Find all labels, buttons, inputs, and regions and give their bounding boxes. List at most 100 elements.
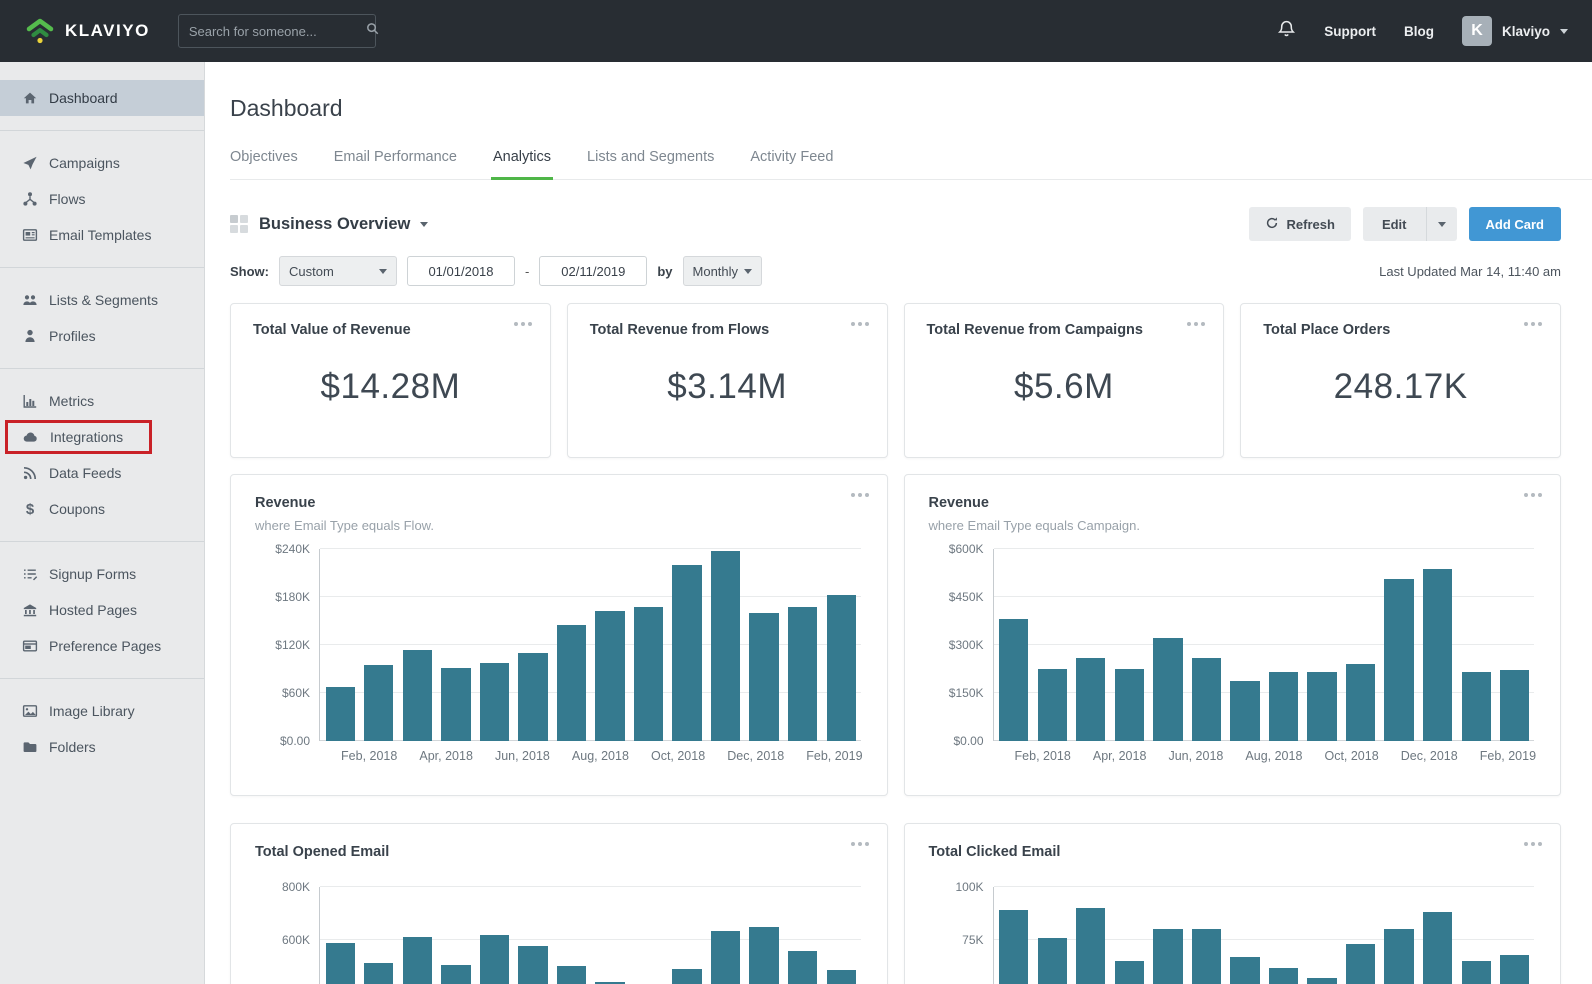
bar-aug-2018[interactable] — [1269, 968, 1298, 984]
sidebar-item-metrics[interactable]: Metrics — [0, 383, 204, 419]
bar-oct-2018[interactable] — [672, 969, 701, 984]
caret-down-icon[interactable] — [1560, 29, 1568, 34]
refresh-button[interactable]: Refresh — [1249, 207, 1351, 241]
bar-jul-2018[interactable] — [557, 966, 586, 984]
bar-jan-2019[interactable] — [1462, 672, 1491, 741]
tab-email-performance[interactable]: Email Performance — [334, 149, 457, 179]
kebab-menu-icon[interactable] — [851, 322, 869, 326]
edit-button[interactable]: Edit — [1363, 207, 1426, 241]
search-input[interactable] — [189, 24, 365, 39]
bar-feb-2019[interactable] — [1500, 955, 1529, 984]
sidebar-item-profiles[interactable]: Profiles — [0, 318, 204, 354]
bar-jan-2018[interactable] — [999, 910, 1028, 984]
support-link[interactable]: Support — [1324, 24, 1376, 39]
kebab-menu-icon[interactable] — [1187, 322, 1205, 326]
kebab-menu-icon[interactable] — [851, 842, 869, 846]
bar-nov-2018[interactable] — [1384, 579, 1413, 741]
kebab-menu-icon[interactable] — [1524, 493, 1542, 497]
bar-feb-2019[interactable] — [827, 970, 856, 984]
bar-sep-2018[interactable] — [634, 607, 663, 741]
bar-aug-2018[interactable] — [595, 611, 624, 741]
kebab-menu-icon[interactable] — [1524, 842, 1542, 846]
date-range-type-select[interactable]: Custom — [279, 256, 397, 286]
search-icon[interactable] — [365, 21, 380, 41]
sidebar-item-preference-pages[interactable]: Preference Pages — [0, 628, 204, 664]
bar-nov-2018[interactable] — [1384, 929, 1413, 984]
sidebar-item-flows[interactable]: Flows — [0, 181, 204, 217]
bar-may-2018[interactable] — [1153, 638, 1182, 741]
bar-may-2018[interactable] — [480, 663, 509, 741]
end-date-input[interactable] — [539, 256, 647, 286]
bar-dec-2018[interactable] — [1423, 912, 1452, 984]
sidebar-item-hosted-pages[interactable]: Hosted Pages — [0, 592, 204, 628]
bar-apr-2018[interactable] — [1115, 669, 1144, 741]
bar-feb-2018[interactable] — [1038, 938, 1067, 984]
kebab-menu-icon[interactable] — [1524, 322, 1542, 326]
bar-nov-2018[interactable] — [711, 931, 740, 984]
blog-link[interactable]: Blog — [1404, 24, 1434, 39]
bar-may-2018[interactable] — [1153, 929, 1182, 984]
bar-feb-2018[interactable] — [1038, 669, 1067, 741]
bar-may-2018[interactable] — [480, 935, 509, 984]
bar-dec-2018[interactable] — [749, 613, 778, 741]
person-search[interactable] — [178, 14, 376, 48]
sidebar-item-email-templates[interactable]: Email Templates — [0, 217, 204, 253]
account-menu[interactable]: K Klaviyo — [1462, 16, 1568, 46]
bar-mar-2018[interactable] — [1076, 658, 1105, 741]
bar-jan-2018[interactable] — [999, 619, 1028, 741]
sidebar-item-integrations[interactable]: Integrations — [0, 419, 204, 455]
bar-jul-2018[interactable] — [1230, 681, 1259, 741]
sidebar-item-signup-forms[interactable]: Signup Forms — [0, 556, 204, 592]
sidebar-item-dashboard[interactable]: Dashboard — [0, 80, 204, 116]
bar-jan-2018[interactable] — [326, 687, 355, 741]
bar-jan-2019[interactable] — [788, 951, 817, 984]
bar-mar-2018[interactable] — [403, 650, 432, 741]
caret-down-icon[interactable] — [420, 222, 428, 227]
bell-icon[interactable] — [1277, 19, 1296, 44]
edit-dropdown-button[interactable] — [1426, 207, 1457, 241]
bar-mar-2018[interactable] — [403, 937, 432, 984]
bar-jul-2018[interactable] — [1230, 957, 1259, 984]
bar-jun-2018[interactable] — [1192, 658, 1221, 741]
avatar[interactable]: K — [1462, 16, 1492, 46]
sidebar-item-campaigns[interactable]: Campaigns — [0, 145, 204, 181]
interval-select[interactable]: Monthly — [683, 256, 762, 286]
bar-jun-2018[interactable] — [518, 653, 547, 741]
bar-jan-2018[interactable] — [326, 943, 355, 984]
bar-feb-2019[interactable] — [1500, 670, 1529, 741]
kebab-menu-icon[interactable] — [514, 322, 532, 326]
bar-jan-2019[interactable] — [788, 607, 817, 741]
bar-apr-2018[interactable] — [441, 668, 470, 741]
add-card-button[interactable]: Add Card — [1469, 207, 1562, 241]
bar-feb-2019[interactable] — [827, 595, 856, 741]
bar-oct-2018[interactable] — [1346, 944, 1375, 984]
sidebar-item-lists-segments[interactable]: Lists & Segments — [0, 282, 204, 318]
bar-feb-2018[interactable] — [364, 665, 393, 741]
bar-oct-2018[interactable] — [672, 565, 701, 741]
klaviyo-logo[interactable]: KLAVIYO — [24, 17, 150, 45]
tab-lists-and-segments[interactable]: Lists and Segments — [587, 149, 714, 179]
bar-sep-2018[interactable] — [1307, 672, 1336, 741]
tab-activity-feed[interactable]: Activity Feed — [750, 149, 833, 179]
tab-objectives[interactable]: Objectives — [230, 149, 298, 179]
bar-dec-2018[interactable] — [749, 927, 778, 984]
start-date-input[interactable] — [407, 256, 515, 286]
bar-aug-2018[interactable] — [1269, 672, 1298, 741]
tab-analytics[interactable]: Analytics — [493, 149, 551, 179]
bar-jun-2018[interactable] — [518, 946, 547, 984]
bar-apr-2018[interactable] — [1115, 961, 1144, 984]
kebab-menu-icon[interactable] — [851, 493, 869, 497]
bar-dec-2018[interactable] — [1423, 569, 1452, 741]
board-selector[interactable]: Business Overview — [230, 215, 428, 234]
bar-jan-2019[interactable] — [1462, 961, 1491, 984]
sidebar-item-folders[interactable]: Folders — [0, 729, 204, 765]
bar-mar-2018[interactable] — [1076, 908, 1105, 984]
bar-oct-2018[interactable] — [1346, 664, 1375, 741]
bar-feb-2018[interactable] — [364, 963, 393, 984]
bar-jul-2018[interactable] — [557, 625, 586, 741]
bar-sep-2018[interactable] — [1307, 978, 1336, 984]
bar-apr-2018[interactable] — [441, 965, 470, 984]
sidebar-item-image-library[interactable]: Image Library — [0, 693, 204, 729]
bar-nov-2018[interactable] — [711, 551, 740, 741]
sidebar-item-data-feeds[interactable]: Data Feeds — [0, 455, 204, 491]
